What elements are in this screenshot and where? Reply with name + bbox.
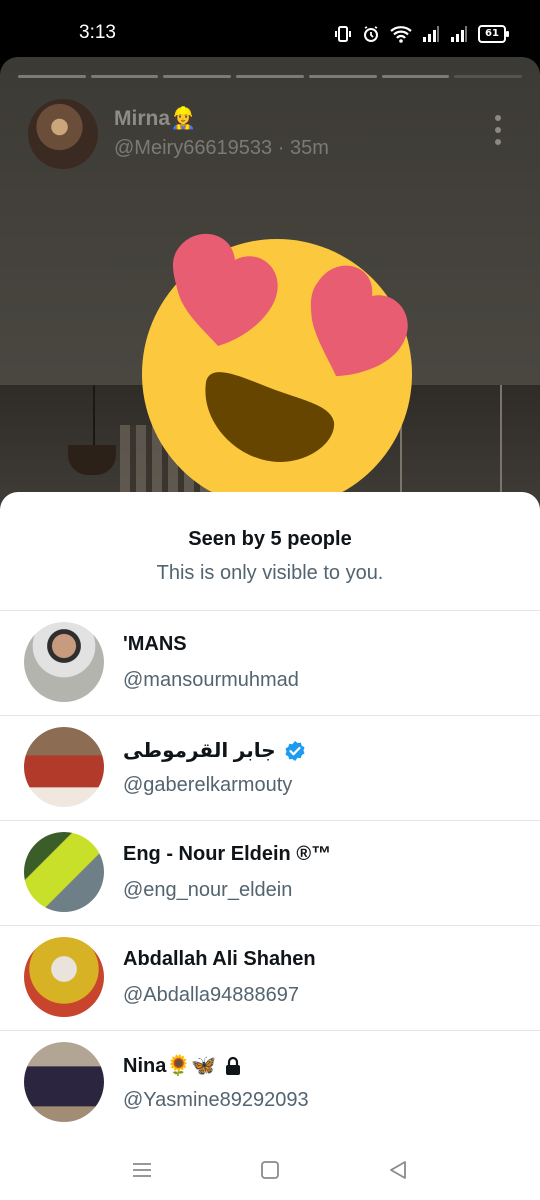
recent-apps-icon[interactable]: [130, 1158, 154, 1182]
viewer-handle: @gaberelkarmouty: [123, 774, 293, 796]
battery-icon: 61: [478, 25, 509, 43]
progress-segment: [381, 75, 450, 78]
viewer-handle: @Yasmine89292093: [123, 1089, 309, 1111]
avatar[interactable]: [24, 622, 104, 702]
story-author-name[interactable]: Mirna👷‍♀️: [114, 107, 196, 131]
signal-icon-2: [451, 26, 467, 42]
vibrate-icon: [335, 26, 351, 42]
progress-segment: [163, 75, 232, 78]
viewer-handle: @eng_nour_eldein: [123, 879, 293, 901]
avatar[interactable]: [24, 1042, 104, 1122]
back-icon[interactable]: [386, 1158, 410, 1182]
viewer-name: 'MANS: [123, 633, 187, 655]
status-time: 3:13: [79, 22, 116, 43]
viewer-name: Eng - Nour Eldein ®™: [123, 843, 332, 865]
viewer-name: جابر القرموطى: [123, 738, 306, 763]
home-icon[interactable]: [258, 1158, 282, 1182]
progress-segment: [236, 75, 304, 78]
signal-icon: [423, 26, 439, 42]
viewer-row[interactable]: 'MANS @mansourmuhmad: [0, 611, 540, 716]
wifi-icon: [390, 26, 412, 43]
story-author-avatar[interactable]: [28, 99, 98, 169]
sheet-subtitle: This is only visible to you.: [156, 562, 384, 584]
avatar[interactable]: [24, 832, 104, 912]
sheet-title: Seen by 5 people: [188, 528, 352, 550]
avatar[interactable]: [24, 727, 104, 807]
alarm-icon: [364, 26, 378, 42]
viewer-row[interactable]: Eng - Nour Eldein ®™ @eng_nour_eldein: [0, 821, 540, 926]
story-header: Mirna👷‍♀️ @Meiry66619533 · 35m: [28, 99, 518, 169]
avatar[interactable]: [24, 937, 104, 1017]
heart-eyes-emoji-icon: [140, 224, 440, 514]
viewer-row[interactable]: Nina🌻🦋 @Yasmine89292093: [0, 1031, 540, 1135]
system-nav-bar: [0, 1140, 540, 1200]
viewer-handle: @Abdalla94888697: [123, 984, 300, 1006]
lock-icon: [226, 1056, 241, 1075]
progress-segment: [90, 75, 159, 78]
viewer-name: Nina🌻🦋: [123, 1053, 242, 1078]
viewer-row[interactable]: جابر القرموطى @gaberelkarmouty: [0, 716, 540, 821]
viewer-handle: @mansourmuhmad: [123, 669, 299, 691]
verified-badge-icon: [285, 740, 305, 761]
progress-segment: [18, 75, 86, 78]
viewer-list: 'MANS @mansourmuhmad جابر القرموطى @gabe…: [0, 611, 540, 1135]
more-options-icon[interactable]: [494, 115, 502, 145]
story-author-meta: @Meiry66619533 · 35m: [114, 137, 329, 159]
status-icons: 61: [334, 22, 509, 46]
progress-segment: [454, 75, 523, 78]
viewer-name: Abdallah Ali Shahen: [123, 948, 316, 970]
story-progress-bar: [18, 75, 523, 79]
progress-segment: [308, 75, 377, 78]
viewer-row[interactable]: Abdallah Ali Shahen @Abdalla94888697: [0, 926, 540, 1031]
seen-by-sheet: Seen by 5 people This is only visible to…: [0, 492, 540, 1200]
